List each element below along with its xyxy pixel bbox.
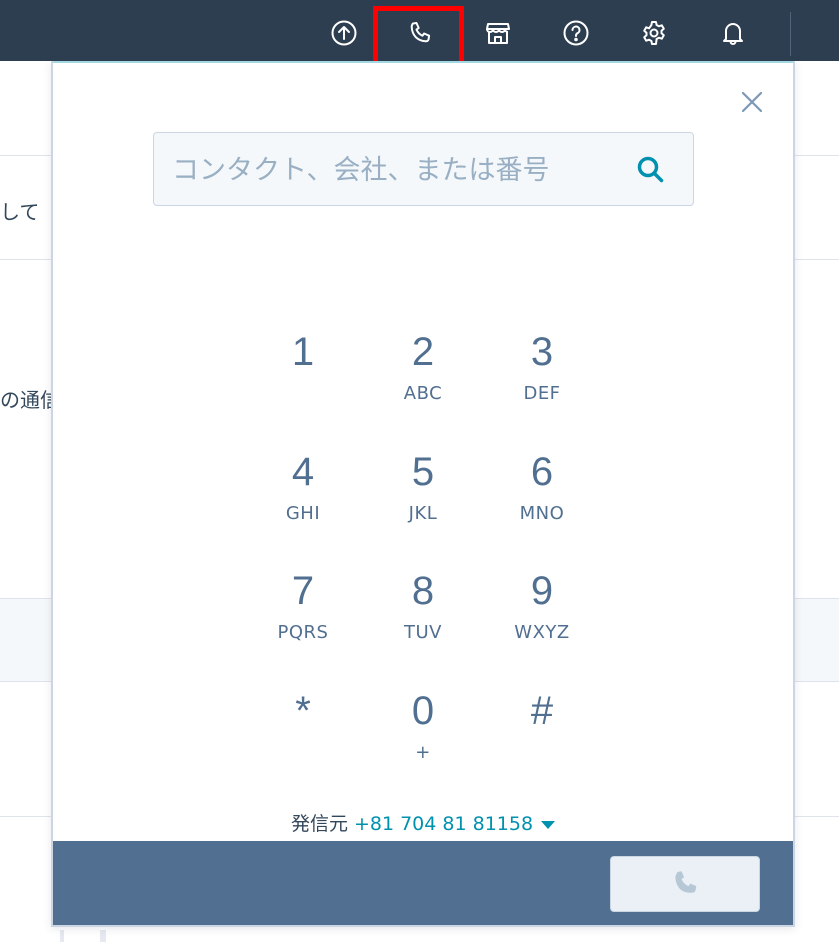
key-digit: 6 [530, 450, 554, 494]
caller-id-label: 発信元 [290, 813, 348, 835]
keypad-key-8[interactable]: 8 TUV [368, 568, 478, 668]
keypad-key-1[interactable]: 1 [248, 329, 358, 429]
keypad-key-9[interactable]: 9 WXYZ [487, 568, 597, 668]
key-digit: 7 [291, 569, 315, 613]
help-icon[interactable] [561, 18, 591, 48]
key-digit: 9 [530, 569, 554, 613]
nav-divider [790, 12, 791, 56]
key-letters: WXYZ [514, 622, 570, 643]
caller-id-number[interactable]: +81 704 81 81158 [354, 813, 533, 835]
keypad-key-5[interactable]: 5 JKL [368, 449, 478, 549]
phone-icon [675, 871, 697, 893]
key-digit: * [295, 689, 311, 733]
key-digit: 4 [291, 450, 315, 494]
contact-search-box [153, 132, 694, 206]
key-digit: 3 [530, 330, 554, 374]
keypad-key-2[interactable]: 2 ABC [368, 329, 478, 429]
key-digit: 2 [411, 330, 435, 374]
caret-down-icon[interactable] [541, 820, 556, 829]
key-digit: # [530, 689, 554, 733]
keypad-key-hash[interactable]: # [487, 688, 597, 788]
call-button[interactable] [610, 856, 760, 912]
key-digit: 0 [411, 689, 435, 733]
key-letters: TUV [404, 622, 442, 643]
key-digit: 8 [411, 569, 435, 613]
key-letters: JKL [408, 503, 438, 524]
caller-id-row: 発信元 +81 704 81 81158 [53, 809, 793, 836]
keypad-key-3[interactable]: 3 DEF [487, 329, 597, 429]
keypad-key-4[interactable]: 4 GHI [248, 449, 358, 549]
panel-accent [53, 61, 793, 63]
key-letters: PQRS [277, 622, 329, 643]
key-digit: 1 [291, 330, 315, 374]
settings-icon[interactable] [639, 18, 669, 48]
key-letters: GHI [285, 503, 321, 524]
close-icon [741, 91, 763, 113]
key-letters: + [415, 742, 431, 763]
notifications-icon[interactable] [718, 18, 748, 48]
close-button[interactable] [739, 89, 765, 115]
search-icon[interactable] [634, 153, 668, 187]
keypad-key-star[interactable]: * [248, 688, 358, 788]
key-digit: 5 [411, 450, 435, 494]
dialer-footer [53, 841, 793, 925]
key-letters: MNO [519, 503, 565, 524]
calling-dialer-panel: 1 2 ABC 3 DEF 4 GHI 5 JKL 6 MNO 7 PQRS 8… [51, 61, 795, 927]
marketplace-icon[interactable] [483, 18, 513, 48]
highlight-box [373, 6, 464, 66]
keypad-key-0[interactable]: 0 + [368, 688, 478, 788]
upgrade-icon[interactable] [329, 18, 359, 48]
contact-search-input[interactable] [172, 151, 612, 189]
key-letters: ABC [403, 383, 443, 404]
keypad-key-6[interactable]: 6 MNO [487, 449, 597, 549]
background-text: して [0, 200, 40, 224]
key-letters: DEF [523, 383, 561, 404]
keypad-key-7[interactable]: 7 PQRS [248, 568, 358, 668]
background-row-fragment [60, 930, 660, 942]
